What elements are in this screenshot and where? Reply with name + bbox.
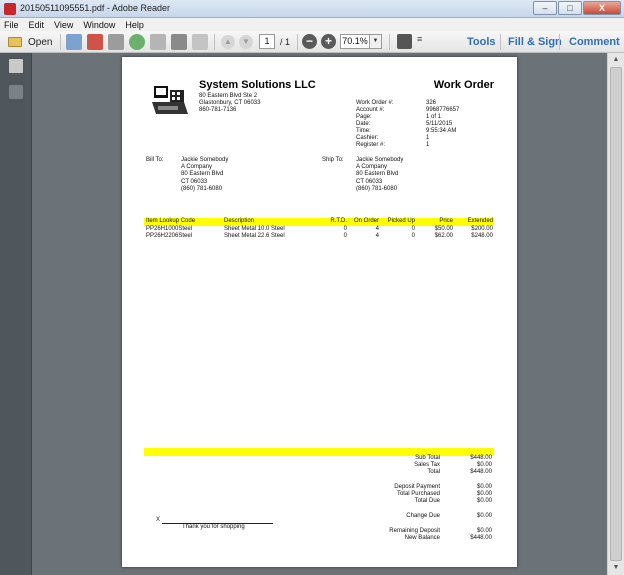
print-icon[interactable] [171, 34, 187, 50]
zoom-in-icon[interactable]: + [321, 34, 336, 49]
zoom-dropdown-icon[interactable]: ▼ [370, 34, 382, 49]
zoom-out-icon[interactable]: − [302, 34, 317, 49]
totals-value: $0.00 [476, 513, 492, 519]
comment-link[interactable]: Comment [569, 36, 620, 48]
fit-page-icon[interactable] [397, 34, 412, 49]
vertical-scrollbar[interactable]: ▲ ▼ [607, 53, 624, 575]
next-page-icon[interactable]: ▼ [239, 35, 253, 49]
adobe-reader-icon [4, 3, 16, 15]
toolbar-divider [60, 34, 61, 50]
save-icon[interactable] [150, 34, 166, 50]
page-thumbnails-icon[interactable] [9, 59, 23, 73]
scroll-up-icon[interactable]: ▲ [611, 55, 621, 65]
toolbar-divider [214, 34, 215, 50]
bill-to-label: Bill To: [146, 157, 164, 163]
share-icon[interactable] [129, 34, 145, 50]
toolbar: Open ▲ ▼ 1 / 1 − + 70.1% ▼ ≡ Tools Fill … [0, 31, 624, 53]
folder-icon [8, 37, 22, 47]
totals-value: $0.00 [476, 498, 492, 504]
toolbar-divider [500, 34, 501, 50]
toolbar-divider [297, 34, 298, 50]
table-row-on-order: 4 [375, 233, 379, 239]
open-label: Open [28, 36, 53, 48]
document-title: Work Order [433, 79, 494, 91]
create-pdf-icon[interactable] [66, 34, 82, 50]
meta-value: 1 [426, 142, 430, 148]
window-title: 20150511095551.pdf - Adobe Reader [20, 3, 170, 13]
totals-value: $448.00 [470, 469, 492, 475]
page-total: / 1 [280, 37, 291, 47]
column-header-rtd: R.T.D. [330, 218, 347, 224]
scroll-down-icon[interactable]: ▼ [611, 563, 621, 573]
table-row-picked-up: 0 [411, 233, 415, 239]
menu-edit[interactable]: Edit [29, 20, 45, 30]
minimize-button[interactable]: – [533, 1, 557, 15]
toolbar-divider [389, 34, 390, 50]
column-header-on-order: On Order [353, 218, 379, 224]
totals-label: New Balance [404, 535, 440, 541]
close-button[interactable]: X [583, 1, 621, 15]
page-number-input[interactable]: 1 [259, 34, 275, 49]
menu-help[interactable]: Help [125, 20, 144, 30]
bill-to-line: (860) 781-6080 [181, 186, 223, 192]
table-row-rtd: 0 [343, 233, 347, 239]
menu-file[interactable]: File [4, 20, 19, 30]
table-row-extended: $248.00 [471, 233, 493, 239]
window-controls: – □ X [532, 1, 621, 15]
meta-value: 9:55:34 AM [426, 128, 457, 134]
totals-divider-bar [144, 448, 494, 456]
company-name: System Solutions LLC [199, 79, 316, 91]
table-row-description: Sheet Metal 22.6 Steel [224, 233, 285, 239]
maximize-button[interactable]: □ [558, 1, 582, 15]
menu-window[interactable]: Window [83, 20, 115, 30]
more-tools-icon[interactable]: ≡ [417, 34, 422, 44]
cash-register-logo-icon [152, 86, 188, 114]
toolbar-icon-group [66, 34, 213, 50]
attachments-icon[interactable] [9, 85, 23, 99]
tools-link[interactable]: Tools [467, 36, 496, 48]
navigation-panel [0, 53, 32, 575]
table-row-code: PP26H2206Steel [146, 233, 193, 239]
totals-value: $448.00 [470, 535, 492, 541]
column-header-price: Price [439, 218, 453, 224]
table-row-price: $62.00 [434, 233, 453, 239]
ship-to-line: 80 Eastern Blvd [356, 171, 399, 177]
column-header-description: Description [224, 218, 255, 224]
edit-pdf-icon[interactable] [108, 34, 124, 50]
column-header-code: Item Lookup Code [146, 218, 196, 224]
email-icon[interactable] [192, 34, 208, 50]
column-header-extended: Extended [467, 218, 493, 224]
totals-label: Total Due [414, 498, 440, 504]
fill-sign-link[interactable]: Fill & Sign [508, 36, 562, 48]
meta-label: Register #: [356, 142, 386, 148]
ship-to-label: Ship To: [322, 157, 344, 163]
totals-label: Total [427, 469, 440, 475]
signature-x: X [156, 517, 161, 523]
title-bar: 20150511095551.pdf - Adobe Reader – □ X [0, 0, 624, 18]
ship-to-line: (860) 781-6080 [356, 186, 398, 192]
bill-to-line: 80 Eastern Blvd [181, 171, 224, 177]
combine-files-icon[interactable] [87, 34, 103, 50]
totals-label: Change Due [406, 513, 440, 519]
menu-view[interactable]: View [54, 20, 73, 30]
previous-page-icon[interactable]: ▲ [221, 35, 235, 49]
scroll-thumb[interactable] [610, 67, 622, 561]
zoom-level-input[interactable]: 70.1% [340, 34, 370, 49]
menu-bar: File Edit View Window Help [0, 18, 624, 31]
toolbar-divider [559, 34, 560, 50]
thank-you-text: Thank you for shopping [182, 524, 245, 530]
company-phone: 860-781-7136 [199, 107, 237, 113]
pdf-page: System Solutions LLC 80 Eastern Blvd Ste… [122, 57, 517, 567]
column-header-picked-up: Picked Up [387, 218, 415, 224]
open-button[interactable]: Open [8, 34, 52, 50]
